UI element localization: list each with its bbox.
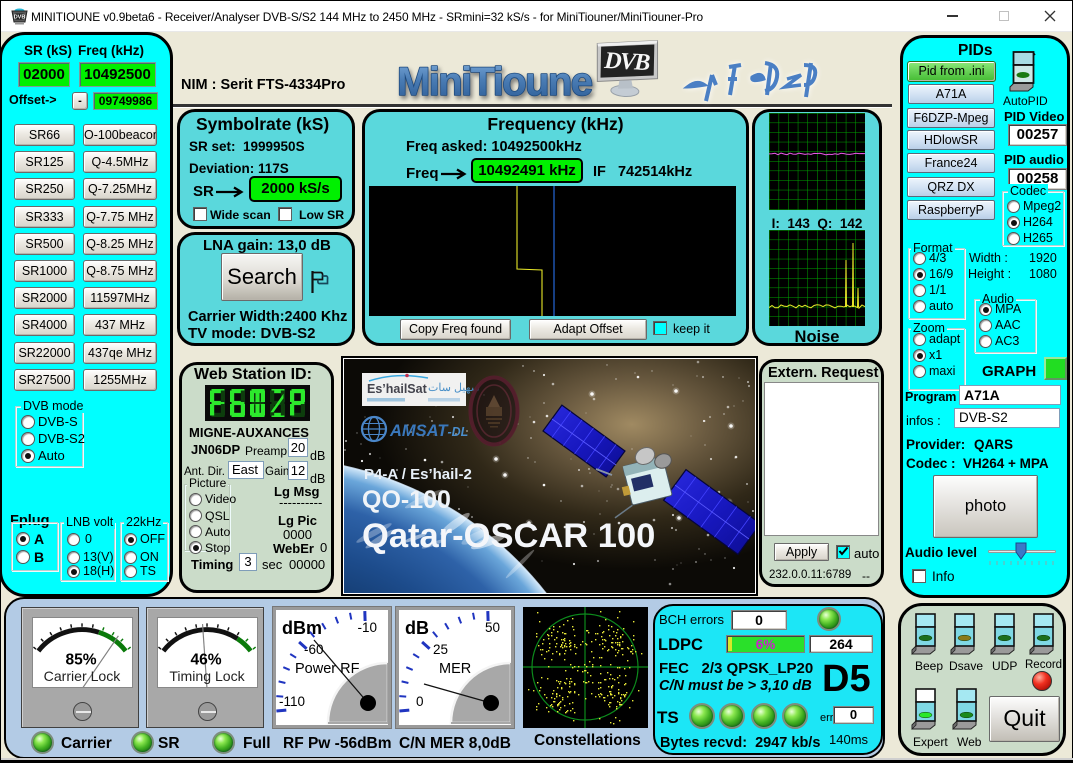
svg-text:Timing Lock: Timing Lock [169,668,245,684]
svg-text:MER: MER [439,661,471,677]
svg-text:DVB: DVB [14,15,26,21]
svg-text:DVB: DVB [603,48,651,76]
svg-text:0: 0 [416,694,424,709]
svg-text:-110: -110 [279,694,305,709]
svg-text:-60: -60 [304,642,324,657]
svg-text:AMSAT-DL: AMSAT-DL [389,422,468,440]
svg-text:dBm: dBm [282,618,322,638]
svg-text:QO-100: QO-100 [362,486,451,514]
svg-text:85%: 85% [65,652,96,669]
svg-text:-10: -10 [357,620,377,635]
svg-text:سهيل سات: سهيل سات [428,382,480,394]
svg-text:MiniTioune: MiniTioune [397,60,593,104]
svg-text:dB: dB [405,618,429,638]
svg-text:25: 25 [433,642,448,657]
svg-text:Carrier Lock: Carrier Lock [44,668,122,684]
svg-text:Power RF: Power RF [295,661,360,677]
svg-text:Qatar-OSCAR 100: Qatar-OSCAR 100 [362,517,655,555]
svg-text:50: 50 [485,620,500,635]
svg-text:46%: 46% [190,652,221,669]
svg-text:P4-A / Es’hail-2: P4-A / Es’hail-2 [364,466,472,483]
svg-text:Es’hailSat: Es’hailSat [367,382,428,396]
